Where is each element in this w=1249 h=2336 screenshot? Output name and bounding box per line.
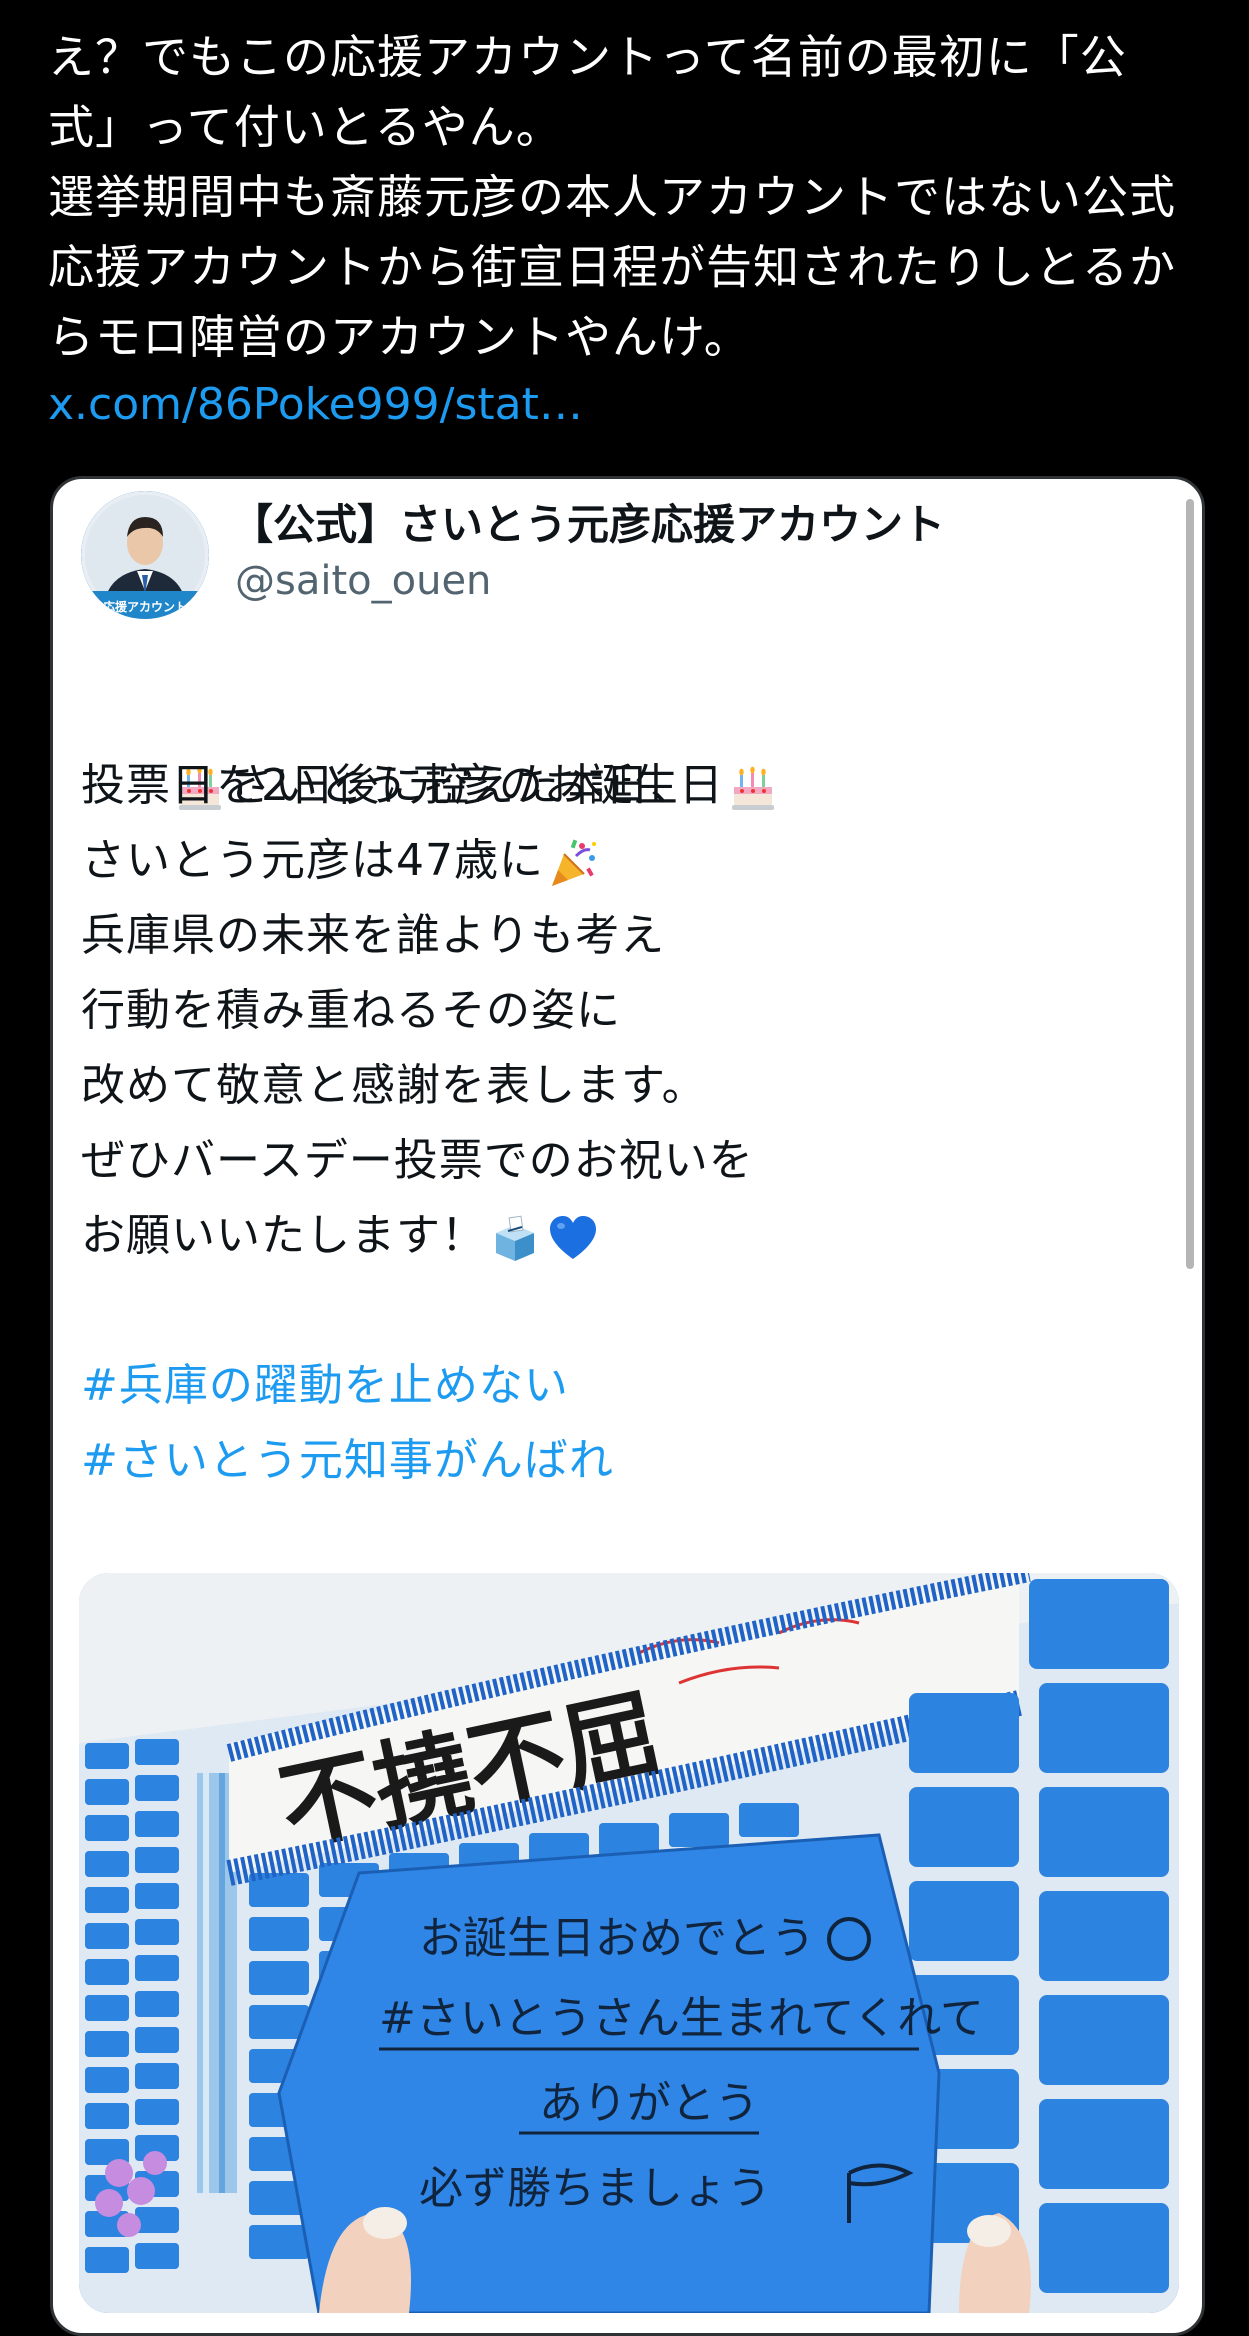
avatar[interactable]: 応援アカウント	[81, 491, 209, 619]
quoted-tweet-body: さいとう元彦のお誕生日 投票日を2日後に控えた本日、 さいとう元彦は47歳に 兵…	[81, 673, 1171, 1498]
body-line-text: 兵庫県の未来を誰よりも考え	[81, 910, 666, 961]
card-text-line: ありがとう	[539, 2078, 759, 2129]
card-text-line: お誕生日おめでとう	[419, 1913, 815, 1964]
card-text-line: #さいとうさん生まれてくれて	[379, 1993, 984, 2044]
account-display-name[interactable]: 【公式】さいとう元彦応援アカウント	[231, 497, 945, 553]
body-line: さいとう元彦は47歳に	[81, 823, 1171, 898]
body-line: 改めて敬意と感謝を表します。	[81, 1048, 1171, 1123]
body-line-text: 改めて敬意と感謝を表します。	[81, 1060, 707, 1111]
hashtag-link[interactable]: #さいとう元知事がんばれ	[81, 1423, 1171, 1498]
card-text-line: 必ず勝ちましょう	[419, 2163, 771, 2214]
tweet-line: 式」って付いとるやん。	[48, 100, 563, 154]
tweet-line: 応援アカウントから街宣日程が告知されたりしとるか	[48, 240, 1176, 294]
body-line-text: お願いいたします！	[81, 1210, 486, 1261]
body-line-text: さいとう元彦は47歳に	[81, 835, 544, 886]
blue-heart-icon	[550, 1216, 596, 1259]
scrollbar[interactable]	[1186, 499, 1194, 1269]
account-handle[interactable]: @saito_ouen	[235, 553, 491, 609]
body-line-text: ぜひバースデー投票でのお祝いを	[81, 1135, 754, 1186]
birthday-cake-icon	[731, 766, 774, 810]
body-line: 投票日を2日後に控えた本日、	[81, 748, 1171, 823]
tweet-line: 選挙期間中も斎藤元彦の本人アカウントではない公式	[48, 170, 1176, 224]
photo-illustration: 不撓不屈 お誕生日おめでとう #さいとうさん生まれてくれて ありがとう 必ず勝ち…	[79, 1573, 1179, 2313]
hashtag-link[interactable]: #兵庫の躍動を止めない	[81, 1348, 1171, 1423]
body-line: お願いいたします！	[81, 1198, 1171, 1273]
tweet-text: え？でもこの応援アカウントって名前の最初に「公 式」って付いとるやん。 選挙期間…	[48, 22, 1218, 372]
ballot-box-icon	[496, 1215, 534, 1261]
party-popper-icon	[552, 839, 596, 886]
tweet-line: え？でもこの応援アカウントって名前の最初に「公	[48, 30, 1127, 84]
body-line: ぜひバースデー投票でのお祝いを	[81, 1123, 1171, 1198]
body-line-text: 行動を積み重ねるその姿に	[81, 985, 621, 1036]
body-line-text: 投票日を2日後に控えた本日、	[81, 760, 695, 811]
quoted-tweet-card[interactable]: 応援アカウント 【公式】さいとう元彦応援アカウント @saito_ouen さい…	[50, 476, 1205, 2336]
body-line: 兵庫県の未来を誰よりも考え	[81, 898, 1171, 973]
body-line: 行動を積み重ねるその姿に	[81, 973, 1171, 1048]
attached-photo[interactable]: 不撓不屈 お誕生日おめでとう #さいとうさん生まれてくれて ありがとう 必ず勝ち…	[79, 1573, 1179, 2313]
tweet-link[interactable]: x.com/86Poke999/stat…	[48, 370, 583, 440]
tweet-line: らモロ陣営のアカウントやんけ。	[48, 310, 751, 364]
body-line: さいとう元彦のお誕生日	[81, 673, 1171, 811]
avatar-badge-text: 応援アカウント	[103, 599, 187, 614]
